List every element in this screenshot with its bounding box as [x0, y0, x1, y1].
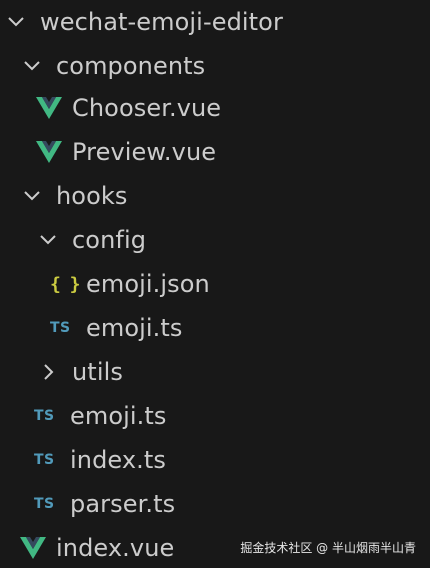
folder-label: utils — [72, 358, 123, 386]
file-label: Preview.vue — [72, 138, 217, 166]
json-icon: { } — [50, 273, 81, 295]
file-index-ts[interactable]: TS index.ts — [0, 438, 430, 482]
file-chooser-vue[interactable]: Chooser.vue — [0, 86, 430, 130]
file-parser-ts[interactable]: TS parser.ts — [0, 482, 430, 526]
folder-config[interactable]: config — [0, 218, 430, 262]
folder-label: hooks — [56, 182, 128, 210]
folder-label: components — [56, 52, 206, 80]
vue-icon — [36, 141, 70, 163]
file-label: index.vue — [56, 534, 175, 562]
chevron-down-icon[interactable] — [38, 230, 58, 250]
watermark: 掘金技术社区 @ 半山烟雨半山青 — [240, 541, 416, 555]
folder-wechat-emoji-editor[interactable]: wechat-emoji-editor — [0, 0, 430, 44]
file-label: emoji.json — [86, 270, 210, 298]
file-hooks-emoji-ts[interactable]: TS emoji.ts — [0, 394, 430, 438]
vue-icon — [20, 537, 54, 559]
folder-components[interactable]: components — [0, 44, 430, 88]
file-config-emoji-ts[interactable]: TS emoji.ts — [0, 306, 430, 350]
ts-icon: TS — [34, 496, 55, 512]
folder-hooks[interactable]: hooks — [0, 174, 430, 218]
file-preview-vue[interactable]: Preview.vue — [0, 130, 430, 174]
vue-icon — [36, 97, 70, 119]
file-emoji-json[interactable]: { } emoji.json — [0, 262, 430, 306]
folder-label: wechat-emoji-editor — [40, 8, 283, 36]
file-label: index.ts — [70, 446, 167, 474]
ts-icon: TS — [50, 320, 71, 336]
file-explorer: wechat-emoji-editor components Chooser.v… — [0, 0, 430, 568]
chevron-down-icon[interactable] — [22, 186, 42, 206]
chevron-down-icon[interactable] — [6, 12, 26, 32]
file-label: parser.ts — [70, 490, 176, 518]
file-label: emoji.ts — [86, 314, 183, 342]
file-label: Chooser.vue — [72, 94, 222, 122]
ts-icon: TS — [34, 408, 55, 424]
folder-label: config — [72, 226, 147, 254]
folder-utils[interactable]: utils — [0, 350, 430, 394]
ts-icon: TS — [34, 452, 55, 468]
chevron-right-icon[interactable] — [38, 362, 58, 382]
chevron-down-icon[interactable] — [22, 56, 42, 76]
file-label: emoji.ts — [70, 402, 167, 430]
